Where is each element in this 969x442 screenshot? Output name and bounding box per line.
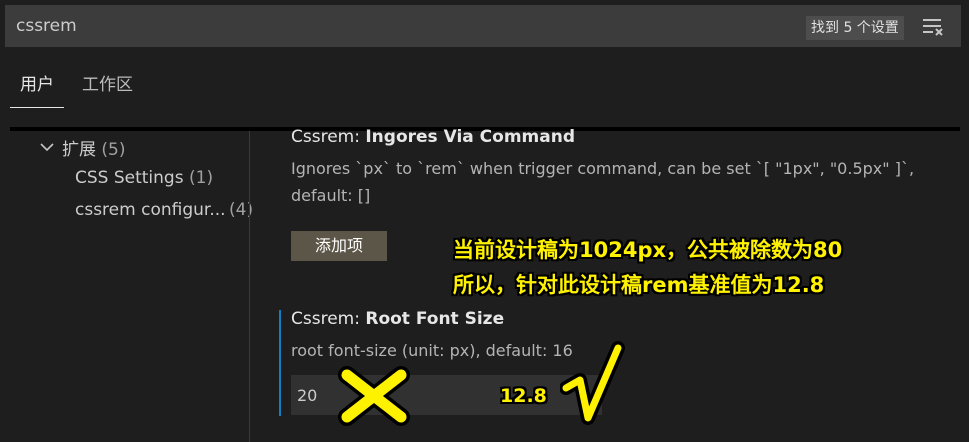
tree-item-label: CSS Settings	[75, 168, 184, 188]
tree-group-count: (5)	[101, 140, 126, 160]
setting-prefix: Cssrem:	[291, 309, 366, 329]
search-result-count-badge: 找到 5 个设置	[806, 16, 904, 40]
tree-item-cssrem-configuration[interactable]: cssrem configur... (4)	[75, 200, 253, 220]
tree-item-count: (1)	[189, 168, 214, 188]
setting-title-root-font-size: Cssrem: Root Font Size	[291, 309, 504, 329]
clear-filter-icon[interactable]	[921, 16, 945, 38]
setting-focus-indicator	[279, 310, 281, 416]
tree-group-label: 扩展	[62, 140, 96, 160]
setting-title-ingores: Cssrem: Ingores Via Command	[291, 127, 575, 147]
settings-search-bar: 找到 5 个设置	[5, 5, 961, 47]
correct-check-icon	[559, 340, 630, 434]
setting-desc-line: default: []	[291, 186, 371, 205]
setting-description-ingores: Ignores `px` to `rem` when trigger comma…	[291, 155, 931, 209]
tree-item-css-settings[interactable]: CSS Settings (1)	[75, 168, 213, 188]
tree-item-label: cssrem configur...	[75, 200, 226, 220]
tab-user[interactable]: 用户	[10, 62, 64, 108]
setting-name: Ingores Via Command	[365, 127, 575, 147]
setting-prefix: Cssrem:	[291, 127, 366, 147]
settings-search-input[interactable]	[6, 6, 786, 46]
add-item-button[interactable]: 添加项	[291, 231, 387, 261]
annotation-line-1: 当前设计稿为1024px，公共被除数为80	[453, 238, 843, 262]
setting-desc-line: Ignores `px` to `rem` when trigger comma…	[291, 159, 915, 178]
setting-name: Root Font Size	[365, 309, 505, 329]
annotation-line-2: 所以，针对此设计稿rem基准值为12.8	[453, 273, 825, 297]
wrong-cross-icon	[335, 365, 415, 427]
tree-group-extensions[interactable]: 扩展 (5)	[62, 135, 126, 160]
tab-workspace[interactable]: 工作区	[72, 62, 143, 108]
tree-divider	[249, 131, 250, 442]
annotation-correct-value: 12.8	[500, 385, 547, 407]
chevron-down-icon[interactable]	[40, 139, 54, 153]
